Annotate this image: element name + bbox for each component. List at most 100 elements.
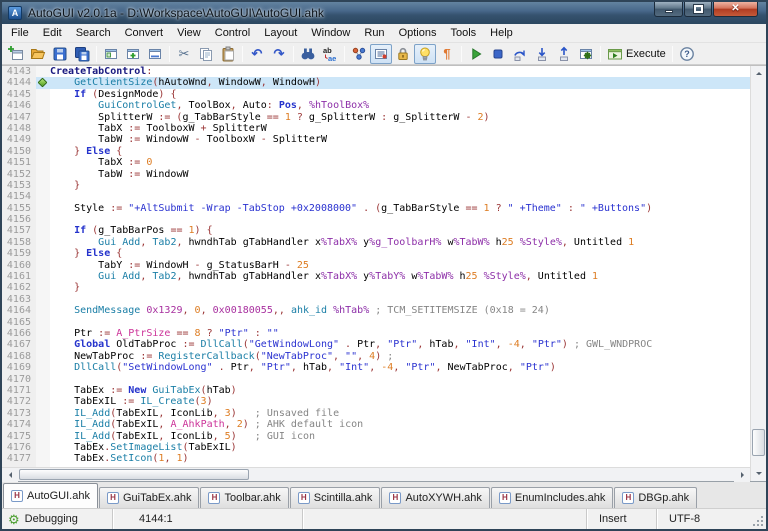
code-line-4171[interactable]: 4171 TabEx := New GuiTabEx(hTab) — [2, 385, 750, 396]
close-button[interactable]: ✕ — [713, 2, 758, 17]
file-tab-toolbar-ahk[interactable]: HToolbar.ahk — [200, 487, 288, 508]
step-over-icon — [512, 46, 528, 62]
symbols-button[interactable] — [348, 44, 370, 64]
code-line-4177[interactable]: 4177 TabEx.SetIcon(1, 1) — [2, 453, 750, 464]
menu-item-window[interactable]: Window — [304, 24, 357, 42]
stop-button[interactable] — [487, 44, 509, 64]
scroll-right-arrow[interactable] — [734, 468, 750, 482]
vertical-scrollbar[interactable] — [750, 66, 766, 481]
redo-button[interactable]: ↷ — [268, 44, 290, 64]
code-line-4157[interactable]: 4157 If (g_TabBarPos == 1) { — [2, 225, 750, 236]
debug-status-text: Debugging — [25, 513, 78, 525]
code-line-4154[interactable]: 4154 — [2, 191, 750, 202]
undo-button[interactable]: ↶ — [246, 44, 268, 64]
scroll-up-arrow[interactable] — [751, 66, 767, 81]
code-line-4145[interactable]: 4145 If (DesignMode) { — [2, 89, 750, 100]
menu-item-help[interactable]: Help — [483, 24, 520, 42]
cut-button[interactable]: ✂ — [173, 44, 195, 64]
resize-grip[interactable] — [753, 516, 765, 528]
code-line-4155[interactable]: 4155 Style := "+AltSubmit -Wrap -TabStop… — [2, 203, 750, 214]
save-all-button[interactable] — [71, 44, 93, 64]
code-line-4170[interactable]: 4170 — [2, 374, 750, 385]
menu-item-tools[interactable]: Tools — [443, 24, 483, 42]
menu-item-control[interactable]: Control — [208, 24, 257, 42]
code-line-4165[interactable]: 4165 — [2, 317, 750, 328]
code-line-4159[interactable]: 4159 } Else { — [2, 248, 750, 259]
menu-item-edit[interactable]: Edit — [36, 24, 69, 42]
code-line-4153[interactable]: 4153 } — [2, 180, 750, 191]
lock-button[interactable] — [392, 44, 414, 64]
horizontal-scrollbar[interactable] — [2, 467, 750, 481]
code-line-4158[interactable]: 4158 Gui Add, Tab2, hwndhTab gTabHandler… — [2, 237, 750, 248]
code-text: TabEx := New GuiTabEx(hTab) — [50, 385, 750, 396]
code-line-4175[interactable]: 4175 IL_Add(TabExIL, IconLib, 5) ; GUI i… — [2, 431, 750, 442]
menu-item-convert[interactable]: Convert — [118, 24, 171, 42]
file-tab-autoxywh-ahk[interactable]: HAutoXYWH.ahk — [381, 487, 489, 508]
menu-item-layout[interactable]: Layout — [257, 24, 304, 42]
step-over-button[interactable] — [509, 44, 531, 64]
code-line-4164[interactable]: 4164 SendMessage 0x1329, 0, 0x00180055,,… — [2, 305, 750, 316]
step-into-button[interactable] — [531, 44, 553, 64]
marker-margin — [36, 305, 50, 316]
menu-item-search[interactable]: Search — [69, 24, 118, 42]
file-tab-label: AutoXYWH.ahk — [405, 492, 481, 504]
open-button[interactable] — [27, 44, 49, 64]
paste-button[interactable] — [217, 44, 239, 64]
code-line-4166[interactable]: 4166 Ptr := A_PtrSize == 8 ? "Ptr" : "" — [2, 328, 750, 339]
hints-button[interactable] — [414, 44, 436, 64]
debug-window-button[interactable] — [575, 44, 597, 64]
code-line-4161[interactable]: 4161 Gui Add, Tab2, hwndhTab gTabHandler… — [2, 271, 750, 282]
code-line-4146[interactable]: 4146 GuiControlGet, ToolBox, Auto: Pos, … — [2, 100, 750, 111]
code-line-4162[interactable]: 4162 } — [2, 282, 750, 293]
dialog-view-button[interactable] — [144, 44, 166, 64]
code-line-4148[interactable]: 4148 TabX := ToolboxW + SplitterW — [2, 123, 750, 134]
maximize-button[interactable] — [684, 2, 712, 17]
menu-item-options[interactable]: Options — [392, 24, 444, 42]
file-tab-guitabex-ahk[interactable]: HGuiTabEx.ahk — [99, 487, 199, 508]
code-line-4168[interactable]: 4168 NewTabProc := RegisterCallback("New… — [2, 351, 750, 362]
code-line-4160[interactable]: 4160 TabY := WindowH - g_StatusBarH - 25 — [2, 260, 750, 271]
code-line-4173[interactable]: 4173 IL_Add(TabExIL, IconLib, 3) ; Unsav… — [2, 408, 750, 419]
copy-button[interactable] — [195, 44, 217, 64]
titlebar[interactable]: A AutoGUI v2.0.1a - D:\Workspace\AutoGUI… — [2, 2, 766, 24]
code-line-4172[interactable]: 4172 TabExIL := IL_Create(3) — [2, 396, 750, 407]
file-tab-dbgp-ahk[interactable]: HDBGp.ahk — [614, 487, 697, 508]
code-area[interactable]: 4143CreateTabControl:4144 GetClientSize(… — [2, 66, 750, 467]
code-line-4144[interactable]: 4144 GetClientSize(hAutoWnd, WindowW, Wi… — [2, 77, 750, 88]
code-line-4147[interactable]: 4147 SplitterW := (g_TabBarStyle == 1 ? … — [2, 112, 750, 123]
code-line-4152[interactable]: 4152 TabW := WindowW — [2, 169, 750, 180]
scroll-down-arrow[interactable] — [751, 466, 767, 481]
code-line-4143[interactable]: 4143CreateTabControl: — [2, 66, 750, 77]
step-out-button[interactable] — [553, 44, 575, 64]
output-panel-button[interactable] — [370, 44, 392, 64]
code-line-4176[interactable]: 4176 TabEx.SetImageList(TabExIL) — [2, 442, 750, 453]
run-button[interactable] — [465, 44, 487, 64]
code-line-4174[interactable]: 4174 IL_Add(TabExIL, A_AhkPath, 2) ; AHK… — [2, 419, 750, 430]
code-line-4151[interactable]: 4151 TabX := 0 — [2, 157, 750, 168]
horizontal-scroll-thumb[interactable] — [19, 469, 249, 480]
find-button[interactable] — [297, 44, 319, 64]
menu-item-view[interactable]: View — [170, 24, 208, 42]
code-line-4149[interactable]: 4149 TabW := WindowW - ToolboxW - Splitt… — [2, 134, 750, 145]
minimize-button[interactable] — [654, 2, 683, 17]
toolbox-view-button[interactable] — [100, 44, 122, 64]
whitespace-button[interactable]: ¶ — [436, 44, 458, 64]
file-tab-autogui-ahk[interactable]: HAutoGUI.ahk — [3, 483, 98, 508]
scroll-left-arrow[interactable] — [2, 468, 18, 482]
code-line-4163[interactable]: 4163 — [2, 294, 750, 305]
file-tab-scintilla-ahk[interactable]: HScintilla.ahk — [290, 487, 381, 508]
new-window-button[interactable] — [122, 44, 144, 64]
code-line-4150[interactable]: 4150 } Else { — [2, 146, 750, 157]
code-line-4156[interactable]: 4156 — [2, 214, 750, 225]
save-button[interactable] — [49, 44, 71, 64]
code-line-4167[interactable]: 4167 Global OldTabProc := DllCall("GetWi… — [2, 339, 750, 350]
menu-item-run[interactable]: Run — [357, 24, 391, 42]
help-button[interactable]: ? — [676, 44, 698, 64]
code-line-4169[interactable]: 4169 DllCall("SetWindowLong" . Ptr, "Ptr… — [2, 362, 750, 373]
vertical-scroll-thumb[interactable] — [752, 429, 765, 456]
execute-button[interactable]: Execute — [604, 44, 669, 64]
menu-item-file[interactable]: File — [4, 24, 36, 42]
replace-button[interactable]: abae — [319, 44, 341, 64]
new-form-button[interactable] — [5, 44, 27, 64]
file-tab-enumincludes-ahk[interactable]: HEnumIncludes.ahk — [491, 487, 614, 508]
